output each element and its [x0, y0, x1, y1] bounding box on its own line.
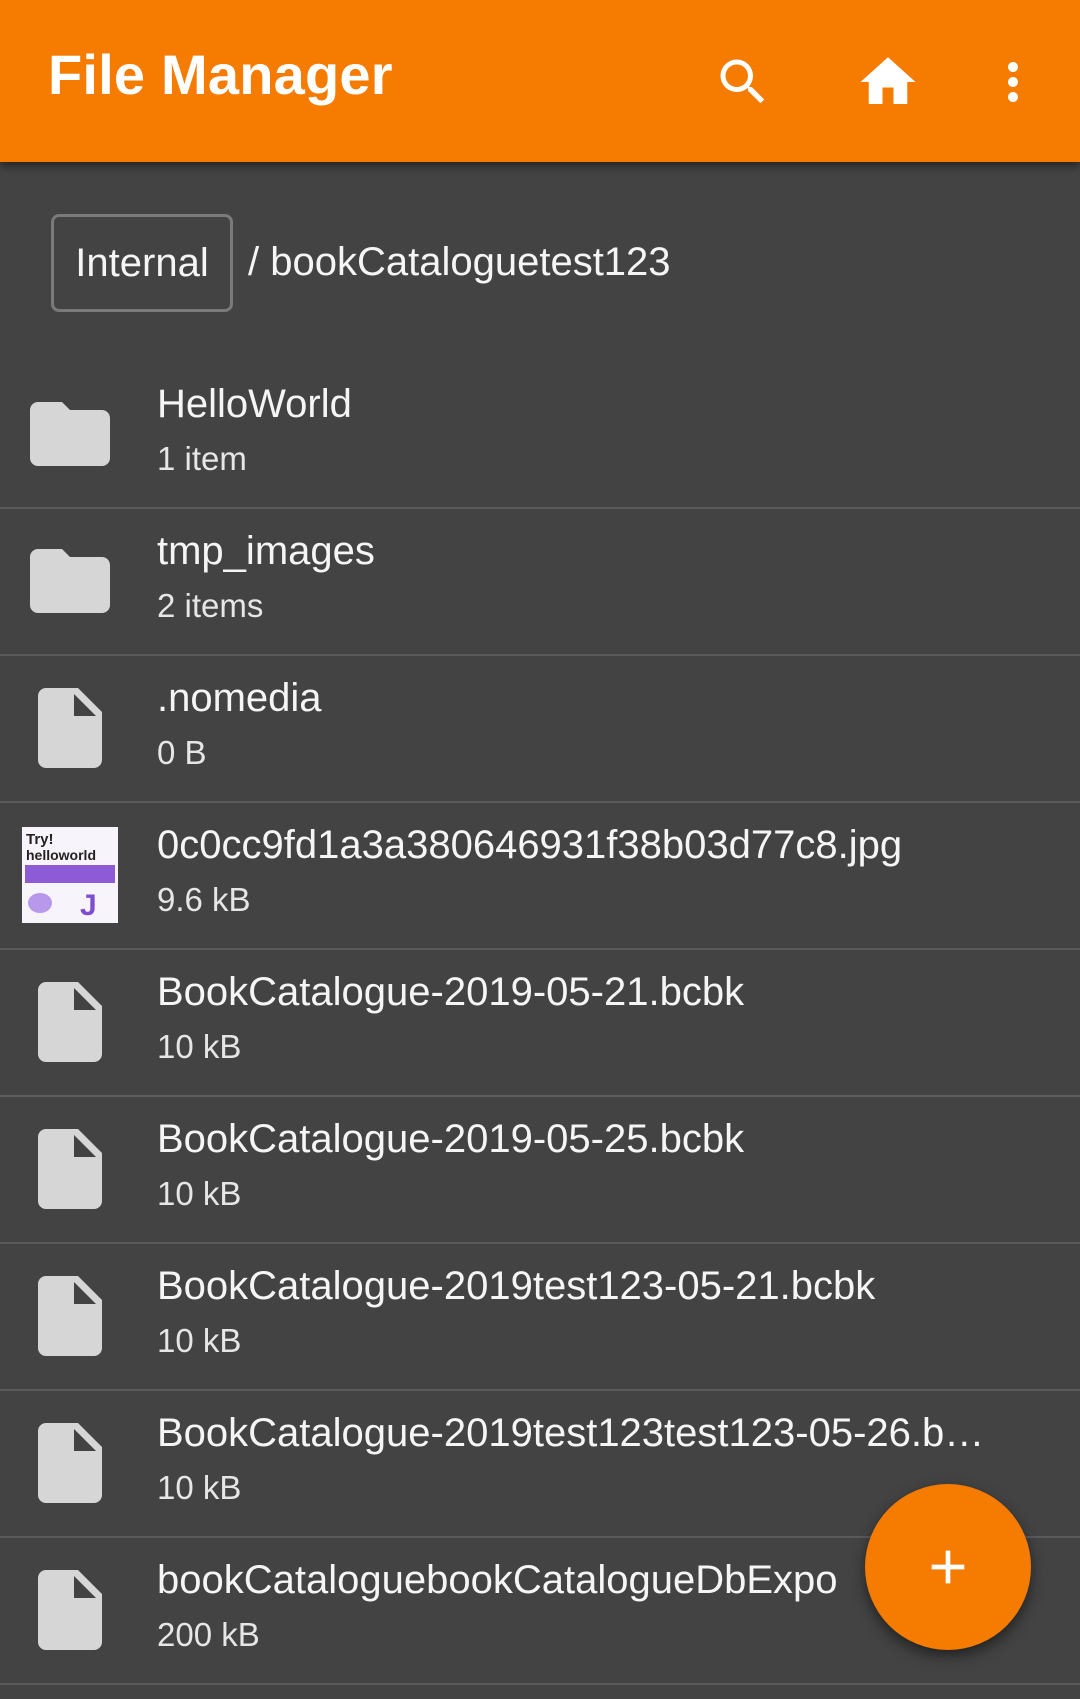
file-meta: 10 kB [157, 1175, 242, 1212]
thumbnail-band [25, 865, 115, 883]
app-title: File Manager [48, 43, 393, 106]
search-button[interactable] [698, 37, 788, 127]
more-vert-icon [1008, 62, 1018, 102]
list-item[interactable]: Try! helloworld J 0c0cc9fd1a3a380646931f… [0, 803, 1080, 950]
list-item[interactable]: BookCatalogue-2019-05-21.bcbk 10 kB [0, 950, 1080, 1097]
folder-icon [22, 386, 118, 482]
file-meta: 9.6 kB [157, 881, 251, 918]
thumbnail-letter: J [80, 889, 97, 922]
file-name: tmp_images [157, 529, 375, 573]
thumbnail-text: Try! [26, 831, 54, 848]
file-name: BookCatalogue-2019test123test123-05-26.b… [157, 1411, 985, 1455]
file-icon [22, 1415, 118, 1511]
breadcrumb-path[interactable]: / bookCataloguetest123 [248, 240, 671, 285]
thumbnail-bubble [28, 893, 52, 913]
breadcrumb-root-button[interactable]: Internal [51, 214, 233, 312]
more-options-button[interactable] [968, 37, 1058, 127]
file-name: BookCatalogue-2019-05-25.bcbk [157, 1117, 745, 1161]
add-button[interactable] [865, 1484, 1031, 1650]
search-icon [720, 59, 765, 104]
file-meta: 10 kB [157, 1469, 242, 1506]
file-name: BookCatalogue-2019test123-05-21.bcbk [157, 1264, 876, 1308]
file-icon [22, 974, 118, 1070]
file-icon [22, 1121, 118, 1217]
folder-icon [22, 533, 118, 629]
list-item[interactable]: BookCatalogue-2019test123-05-21.bcbk 10 … [0, 1244, 1080, 1391]
image-thumbnail: Try! helloworld J [22, 827, 118, 923]
file-meta: 2 items [157, 587, 264, 624]
home-icon [860, 57, 916, 104]
file-meta: 10 kB [157, 1322, 242, 1359]
thumbnail-text: helloworld [26, 847, 96, 863]
file-meta: 200 kB [157, 1616, 260, 1653]
file-icon [22, 1562, 118, 1658]
file-name: HelloWorld [157, 382, 352, 426]
file-meta: 0 B [157, 734, 207, 771]
app-bar: File Manager [0, 0, 1080, 162]
file-meta: 1 item [157, 440, 247, 477]
file-name: BookCatalogue-2019-05-21.bcbk [157, 970, 745, 1014]
list-item[interactable]: .nomedia 0 B [0, 656, 1080, 803]
file-name: 0c0cc9fd1a3a380646931f38b03d77c8.jpg [157, 823, 903, 867]
file-icon [22, 1268, 118, 1364]
add-icon [931, 1550, 965, 1584]
file-meta: 10 kB [157, 1028, 242, 1065]
list-item[interactable]: tmp_images 2 items [0, 509, 1080, 656]
file-icon [22, 680, 118, 776]
home-button[interactable] [843, 37, 933, 127]
file-name: .nomedia [157, 676, 322, 720]
list-item[interactable]: HelloWorld 1 item [0, 362, 1080, 509]
list-item[interactable]: BookCatalogue-2019-05-25.bcbk 10 kB [0, 1097, 1080, 1244]
